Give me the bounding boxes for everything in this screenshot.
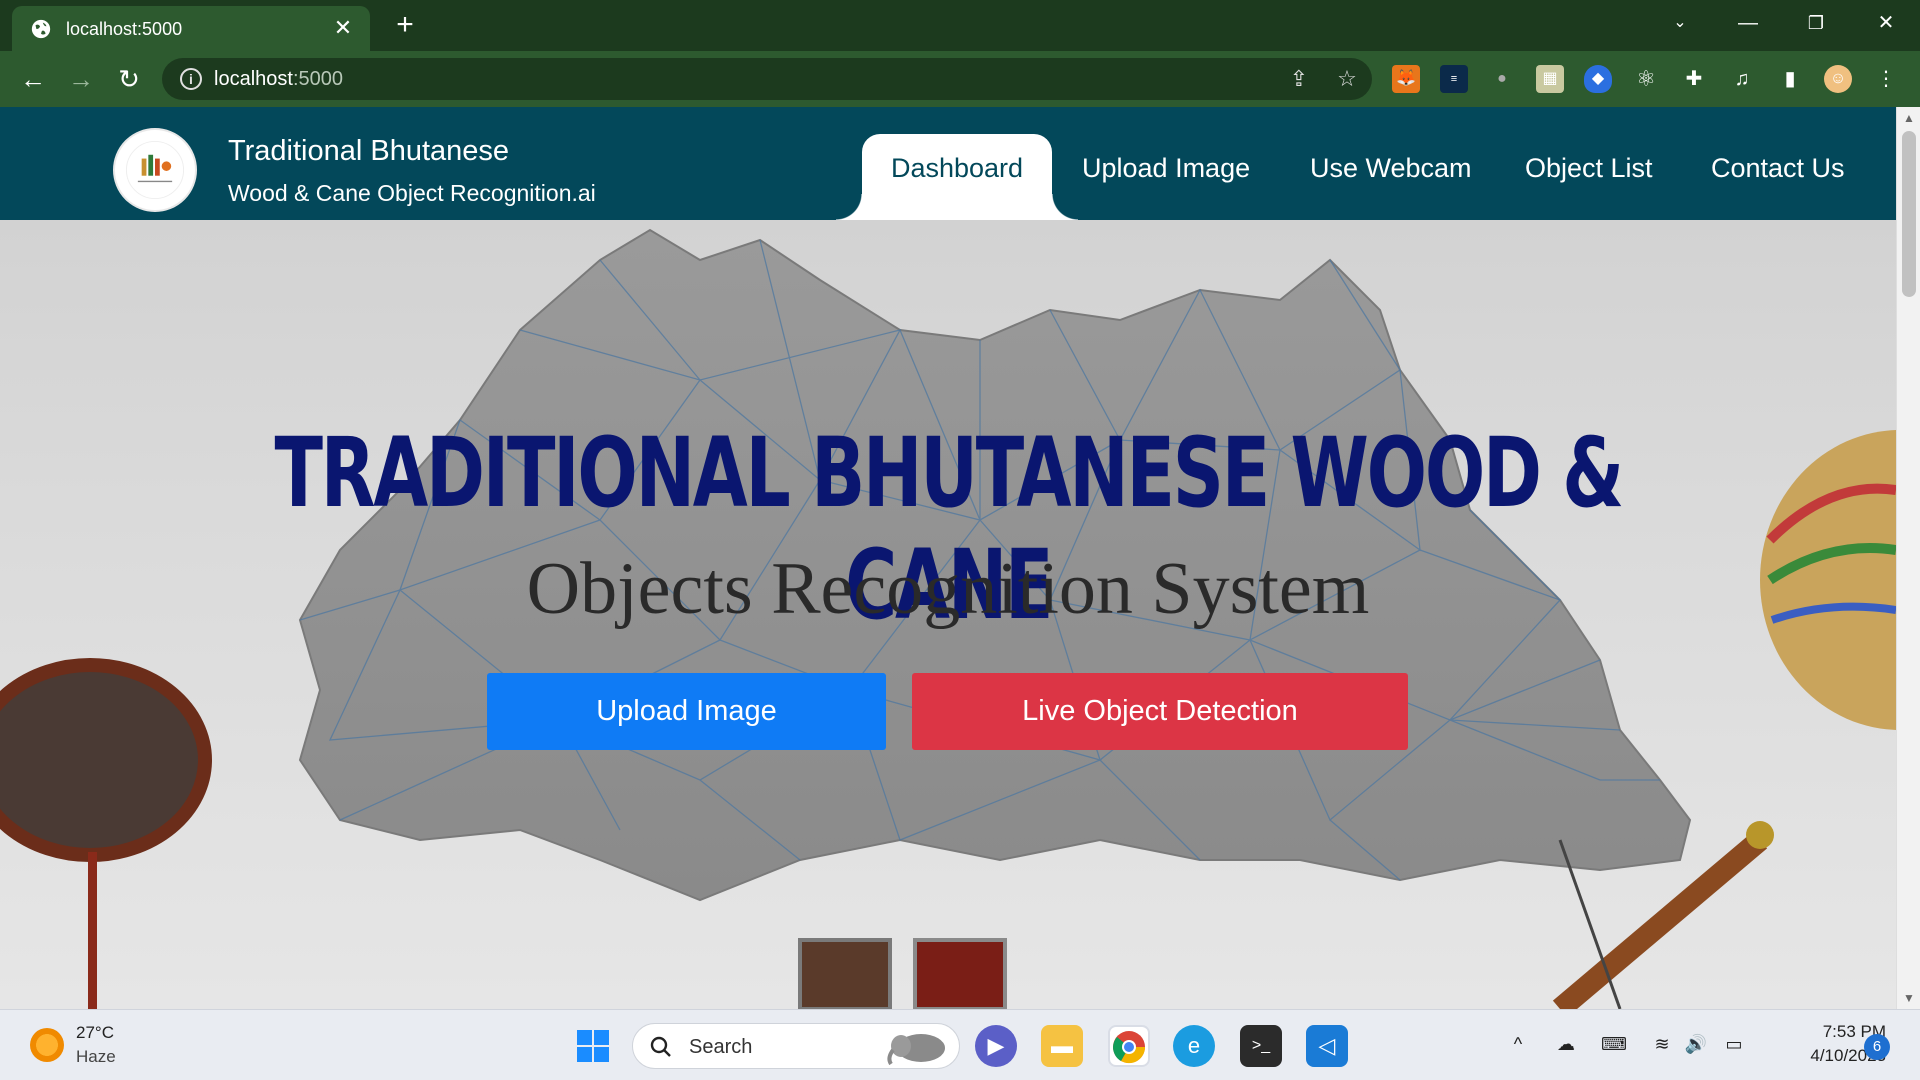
extensions-puzzle-icon[interactable]: ✚ <box>1680 65 1708 93</box>
menu-kebab-icon[interactable]: ⋮ <box>1872 65 1900 93</box>
image-extension-icon[interactable]: ▦ <box>1536 65 1564 93</box>
wifi-icon[interactable]: ≋ <box>1648 1030 1676 1058</box>
weather-description[interactable]: Haze <box>76 1047 116 1067</box>
weather-sun-icon[interactable] <box>30 1028 64 1062</box>
profile-avatar[interactable]: ☺ <box>1824 65 1852 93</box>
nav-contact-us[interactable]: Contact Us <box>1711 153 1845 184</box>
reload-icon[interactable]: ↻ <box>111 61 147 97</box>
forward-arrow-icon[interactable]: → <box>63 61 99 97</box>
site-logo[interactable] <box>113 128 197 212</box>
nav-dashboard[interactable]: Dashboard <box>836 134 1078 220</box>
browser-tab-strip: localhost:5000 ✕ + ⌄ — ❐ ✕ <box>0 0 1920 51</box>
scroll-down-arrow-icon[interactable]: ▼ <box>1897 991 1920 1005</box>
volume-icon[interactable]: 🔊 <box>1682 1030 1710 1058</box>
browser-tab[interactable]: localhost:5000 ✕ <box>12 6 370 51</box>
restore-icon[interactable]: ❐ <box>1796 8 1836 38</box>
extension-icon[interactable]: ≡ <box>1440 65 1468 93</box>
windows-taskbar: 27°C Haze Search ▶ ▬ e >_ ◁ ^ ☁ ⌨ ≋ 🔊 ▭ … <box>0 1009 1920 1080</box>
react-devtools-icon[interactable]: ⚛ <box>1632 65 1660 93</box>
drum-artwork <box>0 658 212 1009</box>
page-scrollbar[interactable]: ▲ ▼ <box>1896 107 1920 1009</box>
browser-toolbar: ← → ↻ i localhost:5000 ⇪ ☆ 🦊 ≡ ● ▦ ◆ ⚛ ✚… <box>0 51 1920 107</box>
live-object-detection-button[interactable]: Live Object Detection <box>912 673 1408 750</box>
close-window-icon[interactable]: ✕ <box>1866 8 1906 38</box>
tab-title: localhost:5000 <box>66 19 183 39</box>
teams-chat-icon[interactable]: ▶ <box>975 1025 1017 1067</box>
url-port: :5000 <box>292 68 343 90</box>
globe-icon <box>31 19 51 39</box>
notification-badge[interactable]: 6 <box>1864 1034 1890 1060</box>
chrome-logo-icon <box>1112 1031 1146 1064</box>
url-host: localhost <box>214 68 293 90</box>
keyboard-icon[interactable]: ⌨ <box>1600 1030 1628 1058</box>
nav-use-webcam[interactable]: Use Webcam <box>1310 153 1472 184</box>
brand-subtitle[interactable]: Wood & Cane Object Recognition.ai <box>228 180 596 207</box>
new-tab-icon[interactable]: + <box>390 10 420 40</box>
search-icon <box>650 1036 671 1057</box>
site-navbar: Traditional Bhutanese Wood & Cane Object… <box>0 107 1896 220</box>
battery-icon[interactable]: ▭ <box>1720 1030 1748 1058</box>
chrome-icon[interactable] <box>1108 1025 1150 1067</box>
upload-image-button[interactable]: Upload Image <box>487 673 886 750</box>
bookmark-star-icon[interactable]: ☆ <box>1334 66 1360 92</box>
web-page: Traditional Bhutanese Wood & Cane Object… <box>0 107 1896 1009</box>
nav-upload-image[interactable]: Upload Image <box>1082 153 1250 184</box>
boxes-artwork <box>798 938 1007 1009</box>
close-tab-icon[interactable]: ✕ <box>330 15 356 41</box>
hero-subtitle: Objects Recognition System <box>526 548 1370 630</box>
tab-search-icon[interactable]: ⌄ <box>1660 8 1700 38</box>
back-arrow-icon[interactable]: ← <box>15 61 51 97</box>
address-bar[interactable]: i localhost:5000 ⇪ ☆ <box>162 58 1372 100</box>
nav-dashboard-label: Dashboard <box>890 153 1024 183</box>
windows-start-icon[interactable] <box>575 1028 611 1064</box>
minimize-icon[interactable]: — <box>1728 8 1768 38</box>
show-hidden-icons-chevron-icon[interactable]: ^ <box>1504 1030 1532 1058</box>
share-icon[interactable]: ⇪ <box>1286 66 1312 92</box>
side-panel-icon[interactable]: ▮ <box>1776 65 1804 93</box>
site-info-icon[interactable]: i <box>180 68 202 90</box>
brand-title[interactable]: Traditional Bhutanese <box>228 135 509 168</box>
onedrive-cloud-icon[interactable]: ☁ <box>1552 1030 1580 1058</box>
nav-object-list[interactable]: Object List <box>1525 153 1653 184</box>
taskbar-search[interactable]: Search <box>632 1023 960 1069</box>
weather-temperature[interactable]: 27°C <box>76 1023 114 1043</box>
metamask-extension-icon[interactable]: 🦊 <box>1392 65 1420 93</box>
scrollbar-thumb[interactable] <box>1902 131 1916 297</box>
extension-icon[interactable]: ● <box>1488 65 1516 93</box>
url-text[interactable]: localhost:5000 <box>214 68 343 91</box>
search-placeholder: Search <box>689 1036 753 1058</box>
elephant-highlight-icon <box>887 1034 945 1066</box>
scroll-up-arrow-icon[interactable]: ▲ <box>1897 111 1920 125</box>
terminal-icon[interactable]: >_ <box>1240 1025 1282 1067</box>
vscode-icon[interactable]: ◁ <box>1306 1025 1348 1067</box>
file-explorer-icon[interactable]: ▬ <box>1041 1025 1083 1067</box>
media-control-icon[interactable]: ♫ <box>1728 65 1756 93</box>
edge-icon[interactable]: e <box>1173 1025 1215 1067</box>
shield-extension-icon[interactable]: ◆ <box>1584 65 1612 93</box>
